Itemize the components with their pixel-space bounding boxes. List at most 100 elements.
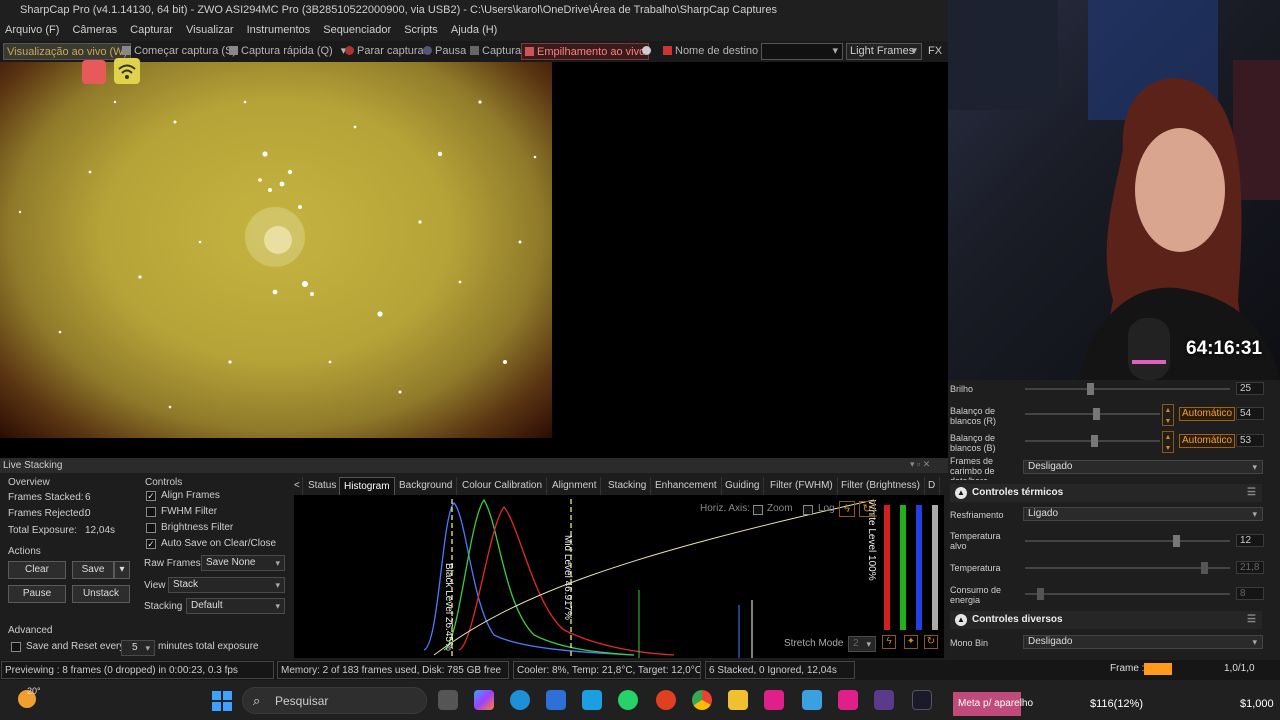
tabs-scroll-left-icon[interactable]: < <box>292 477 303 495</box>
windows-start-icon[interactable] <box>212 691 232 711</box>
save-reset-stepper[interactable]: 5 <box>121 640 155 656</box>
whatsapp-icon[interactable] <box>618 690 638 710</box>
red-level-slider[interactable] <box>884 505 890 630</box>
pause-button[interactable]: Pausa <box>423 41 466 62</box>
raw-frames-select[interactable]: Save None <box>201 555 285 571</box>
tab-enhancement[interactable]: Enhancement <box>651 477 722 495</box>
tab-background[interactable]: Background <box>395 477 458 495</box>
tab-colour-calibration[interactable]: Colour Calibration <box>458 477 548 495</box>
menu-visualizar[interactable]: Visualizar <box>181 20 239 41</box>
zoom-checkbox[interactable] <box>753 505 763 515</box>
store-icon[interactable] <box>546 690 566 710</box>
slider-knob[interactable] <box>1173 535 1180 547</box>
reset-icon[interactable]: ↻ <box>859 501 875 517</box>
app-icon[interactable] <box>802 690 822 710</box>
tab-filter-brightness[interactable]: Filter (Brightness) <box>837 477 925 495</box>
auto-stretch-icon[interactable]: ϟ <box>882 635 896 649</box>
app-icon[interactable] <box>582 690 602 710</box>
capture-button[interactable]: Captura <box>470 41 521 62</box>
menu-sequenciador[interactable]: Sequenciador <box>318 20 396 41</box>
save-menu-chevron-icon[interactable]: ▾ <box>114 561 130 579</box>
timestamp-frames-select[interactable]: Desligado <box>1023 460 1263 474</box>
app-icon[interactable] <box>764 690 784 710</box>
collapse-icon[interactable]: ▲ <box>955 487 967 499</box>
menu-ajuda[interactable]: Ajuda (H) <box>446 20 502 41</box>
align-frames-checkbox[interactable]: ✓ <box>146 491 156 501</box>
save-button[interactable]: Save <box>72 561 114 579</box>
cooling-select[interactable]: Ligado <box>1023 507 1263 521</box>
stretch-mode-select[interactable]: 2 <box>848 636 876 652</box>
target-temp-slider[interactable] <box>1025 535 1230 547</box>
menu-instrumentos[interactable]: Instrumentos <box>242 20 316 41</box>
file-explorer-icon[interactable] <box>728 690 748 710</box>
wb-r-stepper-icon[interactable]: ▲ ▼ <box>1162 404 1174 426</box>
collapse-icon[interactable]: ▲ <box>955 614 967 626</box>
frame-type-select[interactable]: Light Frames ▾ <box>846 43 922 60</box>
wb-r-auto-button[interactable]: Automático <box>1179 407 1235 421</box>
wb-r-value[interactable]: 54 <box>1236 407 1264 420</box>
wb-b-slider[interactable] <box>1025 435 1160 447</box>
save-reset-checkbox[interactable] <box>11 642 21 652</box>
mono-bin-select[interactable]: Desligado <box>1023 635 1263 649</box>
unstack-button[interactable]: Unstack <box>72 585 130 603</box>
copilot-icon[interactable] <box>474 690 494 710</box>
star-icon[interactable]: ✦ <box>904 635 918 649</box>
hamburger-icon[interactable]: ☰ <box>1247 484 1256 502</box>
opera-icon[interactable] <box>656 690 676 710</box>
clear-button[interactable]: Clear <box>8 561 66 579</box>
blue-level-slider[interactable] <box>916 505 922 630</box>
view-select[interactable]: Stack <box>168 577 285 593</box>
live-stacking-button[interactable]: Empilhamento ao vivo <box>521 43 650 60</box>
brightness-filter-checkbox[interactable] <box>146 523 156 533</box>
app-icon[interactable] <box>874 690 894 710</box>
tab-d[interactable]: D <box>924 477 941 495</box>
taskbar-search-box[interactable]: ⌕ Pesquisar <box>242 687 427 714</box>
wb-b-stepper-icon[interactable]: ▲ ▼ <box>1162 431 1174 453</box>
stop-capture-button[interactable]: Parar captura <box>345 41 424 62</box>
panel-window-controls-icon[interactable]: ▾ ▫ ✕ <box>910 459 930 470</box>
wb-r-slider[interactable] <box>1025 408 1160 420</box>
slider-knob[interactable] <box>1093 408 1100 420</box>
chrome-icon[interactable] <box>692 690 712 710</box>
slider-knob[interactable] <box>1091 435 1098 447</box>
reset-levels-icon[interactable]: ↻ <box>924 635 938 649</box>
auto-save-checkbox[interactable]: ✓ <box>146 539 156 549</box>
tab-stacking[interactable]: Stacking <box>604 477 652 495</box>
tab-filter-fwhm[interactable]: Filter (FWHM) <box>766 477 838 495</box>
slider-knob[interactable] <box>1087 383 1094 395</box>
log-checkbox[interactable] <box>803 505 813 515</box>
fwhm-filter-checkbox[interactable] <box>146 507 156 517</box>
hamburger-icon[interactable]: ☰ <box>1247 611 1256 629</box>
wb-b-value[interactable]: 53 <box>1236 434 1264 447</box>
brilho-slider[interactable] <box>1025 383 1230 395</box>
histogram-chart[interactable]: Black Level 26.45% Mid Level 46.917% Whi… <box>294 495 944 658</box>
misc-controls-header[interactable]: ▲ Controles diversos ☰ <box>950 611 1262 629</box>
stacking-select[interactable]: Default <box>186 598 285 614</box>
tab-guiding[interactable]: Guiding <box>721 477 765 495</box>
brilho-value[interactable]: 25 <box>1236 382 1264 395</box>
sharpcap-taskbar-icon[interactable] <box>912 690 932 710</box>
target-name-input[interactable]: ▾ <box>761 43 843 60</box>
luminance-level-slider[interactable] <box>932 505 938 630</box>
tab-alignment[interactable]: Alignment <box>548 477 602 495</box>
fx-button[interactable]: FX <box>928 41 942 62</box>
pause-stacking-button[interactable]: Pause <box>8 585 66 603</box>
task-view-icon[interactable] <box>438 690 458 710</box>
live-view-button[interactable]: Visualização ao vivo (W) <box>3 43 132 60</box>
edge-icon[interactable] <box>510 690 530 710</box>
menu-capturar[interactable]: Capturar <box>125 20 178 41</box>
target-temp-value[interactable]: 12 <box>1236 534 1264 547</box>
tab-status[interactable]: Status <box>304 477 342 495</box>
app-icon[interactable] <box>838 690 858 710</box>
mid-level-label: Mid Level 46.917% <box>562 535 573 621</box>
menu-cameras[interactable]: Câmeras <box>67 20 122 41</box>
menu-scripts[interactable]: Scripts <box>399 20 443 41</box>
menu-arquivo[interactable]: Arquivo (F) <box>0 20 64 41</box>
tab-histogram[interactable]: Histogram <box>339 477 395 495</box>
thermal-controls-header[interactable]: ▲ Controles térmicos ☰ <box>950 484 1262 502</box>
live-stack-image[interactable] <box>0 62 552 438</box>
quick-capture-button[interactable]: Captura rápida (Q) ▾ <box>229 41 346 62</box>
wb-b-auto-button[interactable]: Automático <box>1179 434 1235 448</box>
lightning-icon[interactable]: ϟ <box>839 501 855 517</box>
green-level-slider[interactable] <box>900 505 906 630</box>
